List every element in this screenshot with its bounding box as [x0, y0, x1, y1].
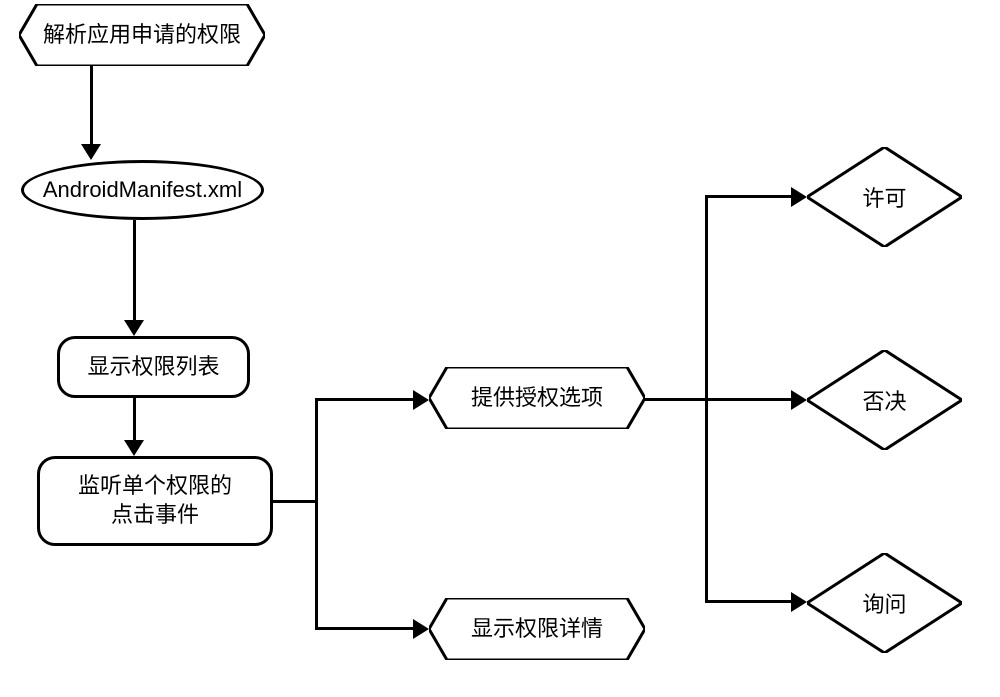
label-listen-click: 监听单个权限的 点击事件: [78, 472, 232, 529]
arrowhead-to-options: [413, 390, 429, 410]
arrowhead-to-deny: [791, 390, 807, 410]
node-manifest-file: AndroidManifest.xml: [21, 160, 264, 220]
label-ask: 询问: [862, 587, 906, 619]
connector-to-details: [318, 627, 413, 630]
label-show-details: 显示权限详情: [471, 615, 603, 644]
label-display-list: 显示权限列表: [87, 353, 219, 382]
arrow-line-2: [133, 220, 136, 320]
connector-branch-h: [273, 500, 318, 503]
label-manifest-file: AndroidManifest.xml: [43, 176, 242, 205]
node-provide-options: 提供授权选项: [429, 367, 645, 429]
arrow-line-3: [133, 398, 136, 440]
arrow-line-1: [90, 66, 93, 144]
connector-to-deny: [708, 398, 791, 401]
arrowhead-2: [124, 320, 144, 336]
arrowhead-to-ask: [791, 592, 807, 612]
connector-to-allow: [708, 195, 791, 198]
label-parse-permissions: 解析应用申请的权限: [43, 21, 241, 50]
connector-options-h: [645, 398, 708, 401]
arrowhead-to-details: [413, 619, 429, 639]
label-deny: 否决: [862, 384, 906, 416]
node-allow: 许可: [807, 147, 962, 247]
label-provide-options: 提供授权选项: [471, 384, 603, 413]
connector-branch-v: [315, 398, 318, 630]
node-parse-permissions: 解析应用申请的权限: [19, 4, 265, 66]
node-ask: 询问: [807, 553, 962, 653]
label-allow: 许可: [862, 181, 906, 213]
node-show-details: 显示权限详情: [429, 598, 645, 660]
arrowhead-3: [124, 440, 144, 456]
connector-to-ask: [708, 600, 791, 603]
node-listen-click: 监听单个权限的 点击事件: [37, 456, 273, 546]
arrowhead-1: [81, 144, 101, 160]
arrowhead-to-allow: [791, 187, 807, 207]
node-display-list: 显示权限列表: [57, 336, 250, 398]
node-deny: 否决: [807, 350, 962, 450]
connector-to-options: [318, 398, 413, 401]
